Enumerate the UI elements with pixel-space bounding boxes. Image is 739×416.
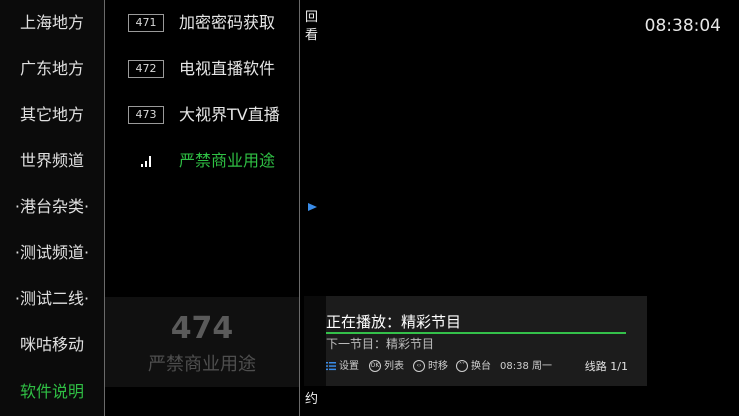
- category-list: 上海地方 广东地方 其它地方 世界频道 ·港台杂类· ·测试频道· ·测试二线·…: [0, 0, 104, 416]
- category-item[interactable]: ·测试频道·: [0, 230, 104, 276]
- category-item[interactable]: ·港台杂类·: [0, 184, 104, 230]
- datetime: 08:38 周一: [500, 361, 552, 372]
- category-item[interactable]: ·测试二线·: [0, 276, 104, 322]
- signal-bars-icon: [141, 156, 151, 167]
- switch-hint: ˄˅ 换台: [456, 359, 491, 375]
- panel-edge: [304, 296, 326, 386]
- now-playing-title: 正在播放：精彩节目: [326, 313, 462, 331]
- hint-bar: 设置 OK 列表 ‹› 时移 ˄˅ 换台 08:38 周一 线路 1/1: [326, 359, 628, 375]
- channel-name: 加密密码获取: [179, 13, 276, 32]
- line-info: 线路 1/1: [584, 360, 628, 373]
- channel-item[interactable]: 473 大视界TV直播: [105, 92, 299, 138]
- overlay-channel-name: 严禁商业用途: [148, 354, 256, 375]
- play-arrow-icon: [308, 203, 317, 211]
- menu-icon: [326, 362, 336, 371]
- left-right-icon: ‹›: [413, 360, 425, 372]
- category-item[interactable]: 其它地方: [0, 92, 104, 138]
- timeshift-hint: ‹› 时移: [413, 359, 448, 375]
- overlay-channel-number: 474: [170, 311, 234, 346]
- category-item[interactable]: 上海地方: [0, 0, 104, 46]
- channel-name: 大视界TV直播: [179, 105, 280, 124]
- timeshift-hint-label: 时移: [428, 361, 448, 372]
- column-divider: [299, 0, 300, 416]
- channel-number: 472: [128, 60, 164, 78]
- channel-number: 473: [128, 106, 164, 124]
- category-item[interactable]: 世界频道: [0, 138, 104, 184]
- category-item[interactable]: 咪咕移动: [0, 322, 104, 368]
- ok-icon: OK: [369, 360, 381, 372]
- channel-item[interactable]: 471 加密密码获取: [105, 0, 299, 46]
- switch-hint-label: 换台: [471, 361, 491, 372]
- clock: 08:38:04: [644, 16, 721, 36]
- settings-hint: 设置: [326, 359, 359, 375]
- channel-name: 电视直播软件: [179, 59, 276, 78]
- channel-number: 471: [128, 14, 164, 32]
- channel-item[interactable]: 472 电视直播软件: [105, 46, 299, 92]
- channel-number-overlay: 474 严禁商业用途: [105, 297, 299, 387]
- channel-item-active[interactable]: 严禁商业用途: [105, 138, 299, 184]
- category-item-active[interactable]: 软件说明: [0, 369, 104, 415]
- list-hint: OK 列表: [369, 359, 404, 375]
- settings-hint-label: 设置: [339, 361, 359, 372]
- now-playing-panel: 正在播放：精彩节目 下一节目：精彩节目 设置 OK 列表 ‹› 时移 ˄˅ 换台 08…: [304, 296, 647, 386]
- program-progress-fill: [326, 332, 626, 334]
- category-item[interactable]: 广东地方: [0, 46, 104, 92]
- channel-name: 严禁商业用途: [179, 151, 276, 170]
- program-progress-bar: [326, 332, 626, 334]
- replay-label[interactable]: 回看: [305, 9, 321, 45]
- next-program: 下一节目：精彩节目: [326, 337, 435, 351]
- list-hint-label: 列表: [384, 361, 404, 372]
- up-down-icon: ˄˅: [456, 360, 468, 372]
